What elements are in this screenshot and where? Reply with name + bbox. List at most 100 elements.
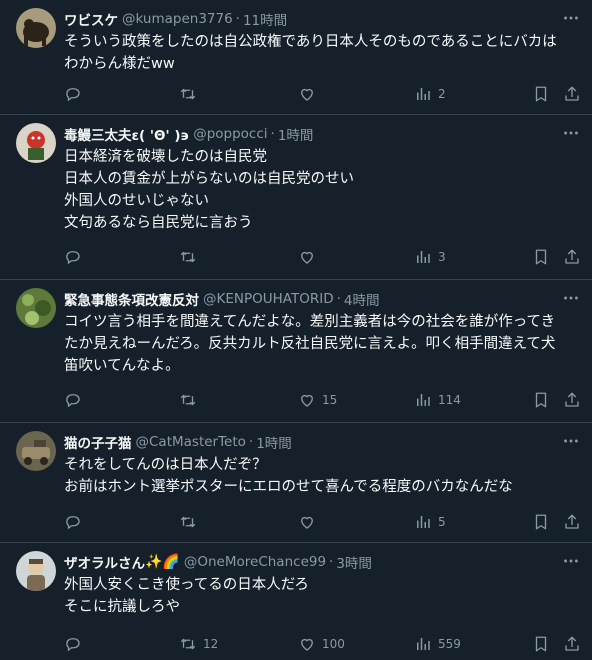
retweet-button[interactable]: 12 <box>179 632 218 656</box>
heart-icon <box>298 85 316 103</box>
sparkles-rainbow-emoji: ✨🌈 <box>145 554 180 570</box>
views-button[interactable]: 2 <box>414 82 446 106</box>
heart-icon <box>298 635 316 653</box>
timestamp[interactable]: 1時間 <box>278 124 314 144</box>
views-icon <box>414 635 432 653</box>
action-bar: 5 <box>58 510 582 534</box>
reply-icon <box>64 391 82 409</box>
tweet-text-line: 外国人のせいじゃない <box>64 193 209 209</box>
action-bar: 15 114 <box>58 388 582 412</box>
retweet-icon <box>179 513 197 531</box>
reply-button[interactable] <box>64 245 88 269</box>
bookmark-button[interactable] <box>532 82 550 106</box>
tweet[interactable]: ザオラルさん ✨🌈 @OneMoreChance99 · 3時間 外国人安くこき… <box>0 543 592 660</box>
more-icon[interactable] <box>560 431 582 451</box>
separator-dot: · <box>336 291 341 307</box>
retweet-button[interactable] <box>179 82 203 106</box>
retweet-button[interactable] <box>179 510 203 534</box>
share-icon <box>563 513 581 531</box>
like-button[interactable]: 15 <box>298 388 337 412</box>
share-icon <box>563 391 581 409</box>
reply-button[interactable] <box>64 82 88 106</box>
views-icon <box>414 85 432 103</box>
heart-icon <box>298 513 316 531</box>
share-icon <box>563 248 581 266</box>
like-count: 100 <box>322 637 345 651</box>
tweet[interactable]: ワビスケ @kumapen3776 · 11時間 そういう政策をしたのは自公政権… <box>0 0 592 115</box>
share-button[interactable] <box>563 82 581 106</box>
bookmark-icon <box>532 391 550 409</box>
tweet[interactable]: 毒鰻三太夫ε( 'Θ' )϶ @poppocci · 1時間 日本経済を破壊した… <box>0 115 592 280</box>
timestamp[interactable]: 4時間 <box>344 289 380 309</box>
user-handle[interactable]: @OneMoreChance99 <box>184 554 326 570</box>
like-button[interactable] <box>298 82 322 106</box>
heart-icon <box>298 391 316 409</box>
separator-dot: · <box>329 554 334 570</box>
reply-icon <box>64 248 82 266</box>
display-name[interactable]: ザオラルさん <box>64 552 145 572</box>
tweet-header: 猫の子子猫 @CatMasterTeto · 1時間 <box>64 432 552 452</box>
retweet-button[interactable] <box>179 388 203 412</box>
reply-button[interactable] <box>64 388 88 412</box>
views-button[interactable]: 5 <box>414 510 446 534</box>
user-handle[interactable]: @poppocci <box>193 126 267 142</box>
user-handle[interactable]: @CatMasterTeto <box>136 434 246 450</box>
bookmark-button[interactable] <box>532 632 550 656</box>
tweet-text: 日本経済を破壊したのは自民党 日本人の賃金が上がらないのは自民党のせい 外国人の… <box>64 146 578 234</box>
action-bar: 3 <box>58 245 582 269</box>
bookmark-button[interactable] <box>532 510 550 534</box>
retweet-icon <box>179 248 197 266</box>
more-icon[interactable] <box>560 8 582 28</box>
views-count: 5 <box>438 515 446 529</box>
timestamp[interactable]: 1時間 <box>256 432 292 452</box>
bookmark-button[interactable] <box>532 388 550 412</box>
share-button[interactable] <box>563 388 581 412</box>
retweet-count: 12 <box>203 637 219 651</box>
user-handle[interactable]: @KENPOUHATORID <box>203 291 334 307</box>
display-name[interactable]: ワビスケ <box>64 9 118 29</box>
tweet-header: 毒鰻三太夫ε( 'Θ' )϶ @poppocci · 1時間 <box>64 124 552 144</box>
views-count: 114 <box>438 393 461 407</box>
avatar[interactable] <box>16 551 56 591</box>
reply-button[interactable] <box>64 510 88 534</box>
avatar[interactable] <box>16 8 56 48</box>
like-count: 15 <box>322 393 338 407</box>
timestamp[interactable]: 11時間 <box>243 9 287 29</box>
more-icon[interactable] <box>560 551 582 571</box>
bookmark-button[interactable] <box>532 245 550 269</box>
display-name[interactable]: 毒鰻三太夫ε( 'Θ' )϶ <box>64 124 189 144</box>
retweet-button[interactable] <box>179 245 203 269</box>
share-icon <box>563 85 581 103</box>
tweet[interactable]: 猫の子子猫 @CatMasterTeto · 1時間 それをしてんのは日本人だぞ… <box>0 423 592 543</box>
tweet-text: それをしてんのは日本人だぞ？ お前はホント選挙ポスターにエロのせて喜んでる程度の… <box>64 454 578 498</box>
avatar[interactable] <box>16 431 56 471</box>
views-count: 559 <box>438 637 461 651</box>
like-button[interactable] <box>298 510 322 534</box>
views-button[interactable]: 3 <box>414 245 446 269</box>
display-name[interactable]: 猫の子子猫 <box>64 432 132 452</box>
avatar[interactable] <box>16 288 56 328</box>
share-button[interactable] <box>563 632 581 656</box>
like-button[interactable]: 100 <box>298 632 345 656</box>
views-icon <box>414 248 432 266</box>
action-bar: 12 100 559 <box>58 632 582 656</box>
tweet-text-line: お前はホント選挙ポスターにエロのせて喜んでる程度のバカなんだな <box>64 479 513 495</box>
bookmark-icon <box>532 248 550 266</box>
avatar[interactable] <box>16 123 56 163</box>
share-button[interactable] <box>563 245 581 269</box>
retweet-icon <box>179 635 197 653</box>
display-name[interactable]: 緊急事態条項改憲反対 <box>64 289 199 309</box>
tweet-header: 緊急事態条項改憲反対 @KENPOUHATORID · 4時間 <box>64 289 552 309</box>
views-button[interactable]: 114 <box>414 388 461 412</box>
tweet[interactable]: 緊急事態条項改憲反対 @KENPOUHATORID · 4時間 コイツ言う相手を… <box>0 280 592 423</box>
reply-button[interactable] <box>64 632 88 656</box>
more-icon[interactable] <box>560 288 582 308</box>
tweet-text-line: 笛吹いてんなよ。 <box>64 358 180 374</box>
bookmark-icon <box>532 635 550 653</box>
user-handle[interactable]: @kumapen3776 <box>122 11 233 27</box>
like-button[interactable] <box>298 245 322 269</box>
timestamp[interactable]: 3時間 <box>336 552 372 572</box>
more-icon[interactable] <box>560 123 582 143</box>
views-button[interactable]: 559 <box>414 632 461 656</box>
share-button[interactable] <box>563 510 581 534</box>
